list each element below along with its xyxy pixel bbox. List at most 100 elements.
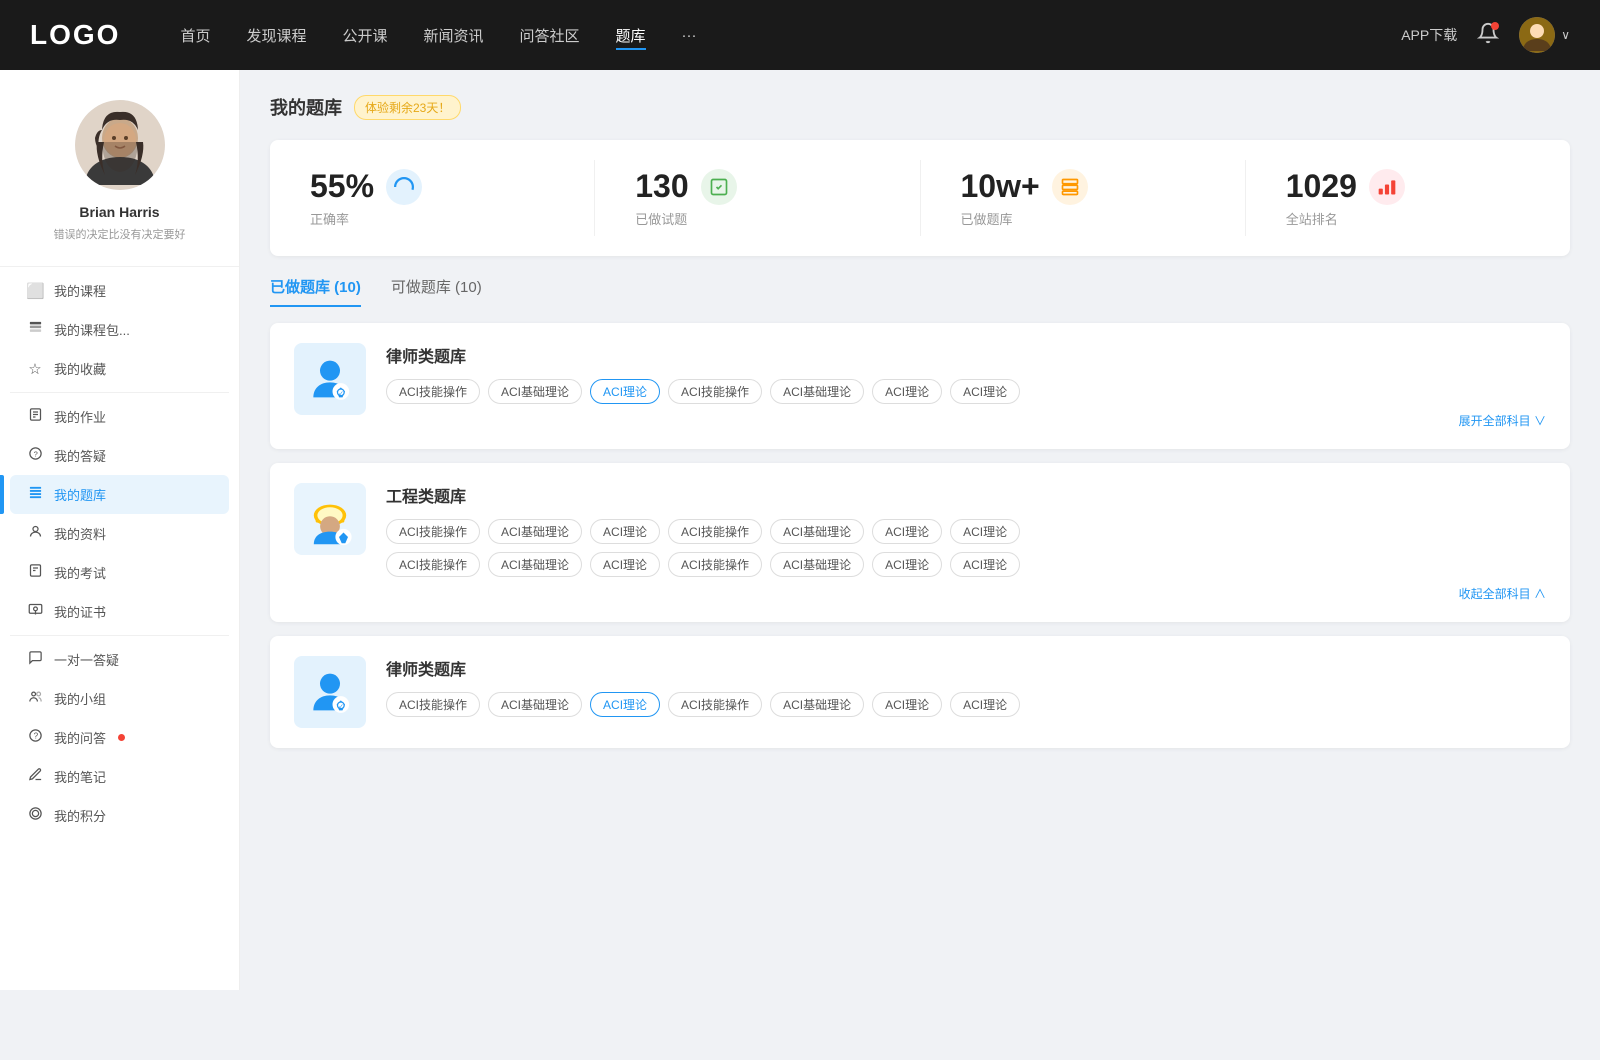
- law2-tag-5[interactable]: ACI理论: [872, 692, 942, 717]
- notification-dot: [1491, 22, 1499, 30]
- tab-todo-qbank[interactable]: 可做题库 (10): [391, 276, 482, 307]
- eng-tag2-1[interactable]: ACI基础理论: [488, 552, 582, 577]
- sidebar-item-group[interactable]: 我的小组: [10, 679, 229, 718]
- sidebar-item-my-courses[interactable]: ⬜ 我的课程: [10, 271, 229, 310]
- nav-more[interactable]: ···: [682, 23, 697, 48]
- collapse-link[interactable]: 收起全部科目 ∧: [386, 585, 1546, 602]
- sidebar-divider-top: [0, 266, 239, 267]
- nav-qa[interactable]: 问答社区: [520, 21, 580, 50]
- sidebar-item-profile[interactable]: 我的资料: [10, 514, 229, 553]
- tag-6[interactable]: ACI理论: [950, 379, 1020, 404]
- svg-text:✓: ✓: [338, 391, 344, 398]
- main-content: 我的题库 体验剩余23天！ 55% 正确率 13: [240, 70, 1600, 990]
- sidebar: Brian Harris 错误的决定比没有决定要好 ⬜ 我的课程 我的课程包..…: [0, 70, 240, 990]
- accuracy-label: 正确率: [310, 209, 349, 228]
- tag-4[interactable]: ACI基础理论: [770, 379, 864, 404]
- eng-tag2-0[interactable]: ACI技能操作: [386, 552, 480, 577]
- chat-icon: [26, 650, 44, 669]
- certificate-icon: [26, 602, 44, 621]
- sidebar-avatar: [75, 100, 165, 190]
- eng-tag-4[interactable]: ACI基础理论: [770, 519, 864, 544]
- navbar: LOGO 首页 发现课程 公开课 新闻资讯 问答社区 题库 ··· APP下载: [0, 0, 1600, 70]
- tab-done-qbank[interactable]: 已做题库 (10): [270, 276, 361, 307]
- tag-1[interactable]: ACI基础理论: [488, 379, 582, 404]
- qbank-lawyer-icon: ✓: [294, 343, 366, 415]
- done-qbanks-value: 10w+: [961, 168, 1040, 205]
- law2-tag-6[interactable]: ACI理论: [950, 692, 1020, 717]
- sidebar-item-my-qa[interactable]: ? 我的问答: [10, 718, 229, 757]
- sidebar-item-certificate[interactable]: 我的证书: [10, 592, 229, 631]
- eng-tag2-5[interactable]: ACI理论: [872, 552, 942, 577]
- engineer-tags-row1: ACI技能操作 ACI基础理论 ACI理论 ACI技能操作 ACI基础理论 AC…: [386, 519, 1546, 544]
- tag-2[interactable]: ACI理论: [590, 379, 660, 404]
- nav-courses[interactable]: 发现课程: [246, 21, 306, 50]
- tag-5[interactable]: ACI理论: [872, 379, 942, 404]
- user-avatar-menu[interactable]: ∨: [1519, 17, 1570, 53]
- page-title: 我的题库: [270, 94, 342, 120]
- sidebar-item-qbank[interactable]: 我的题库: [10, 475, 229, 514]
- ranking-value: 1029: [1286, 168, 1357, 205]
- notification-bell[interactable]: [1477, 22, 1499, 49]
- lawyer-qbank-title-1: 律师类题库: [386, 343, 1546, 367]
- eng-tag-6[interactable]: ACI理论: [950, 519, 1020, 544]
- nav-opencourse[interactable]: 公开课: [342, 21, 387, 50]
- tag-3[interactable]: ACI技能操作: [668, 379, 762, 404]
- navbar-right: APP下载 ∨: [1401, 17, 1570, 53]
- stats-row: 55% 正确率 130 已做试题: [270, 140, 1570, 256]
- law2-tag-2[interactable]: ACI理论: [590, 692, 660, 717]
- stat-ranking: 1029 全站排名: [1246, 160, 1570, 236]
- eng-tag-3[interactable]: ACI技能操作: [668, 519, 762, 544]
- sidebar-item-one-on-one[interactable]: 一对一答疑: [10, 640, 229, 679]
- qa-icon: ?: [26, 728, 44, 747]
- done-questions-label: 已做试题: [635, 209, 687, 228]
- app-download-button[interactable]: APP下载: [1401, 25, 1457, 45]
- sidebar-username: Brian Harris: [79, 204, 159, 220]
- notes-icon: [26, 767, 44, 786]
- stat-done-qbanks: 10w+ 已做题库: [921, 160, 1246, 236]
- eng-tag-5[interactable]: ACI理论: [872, 519, 942, 544]
- law2-tag-1[interactable]: ACI基础理论: [488, 692, 582, 717]
- sidebar-item-course-package[interactable]: 我的课程包...: [10, 310, 229, 349]
- star-icon: ☆: [26, 360, 44, 378]
- sidebar-item-qa-me[interactable]: ? 我的答疑: [10, 436, 229, 475]
- engineer-tags-row2: ACI技能操作 ACI基础理论 ACI理论 ACI技能操作 ACI基础理论 AC…: [386, 552, 1546, 577]
- stat-done-questions: 130 已做试题: [595, 160, 920, 236]
- chevron-down-icon: ∨: [1561, 28, 1570, 42]
- question-circle-icon: ?: [26, 446, 44, 465]
- accuracy-icon: [386, 169, 422, 205]
- ranking-icon: [1369, 169, 1405, 205]
- sidebar-item-notes[interactable]: 我的笔记: [10, 757, 229, 796]
- eng-tag-1[interactable]: ACI基础理论: [488, 519, 582, 544]
- law2-tag-0[interactable]: ACI技能操作: [386, 692, 480, 717]
- qbank-card-lawyer-1: ✓ 律师类题库 ACI技能操作 ACI基础理论 ACI理论 ACI技能操作 AC…: [270, 323, 1570, 449]
- profile-icon: [26, 524, 44, 543]
- eng-tag-2[interactable]: ACI理论: [590, 519, 660, 544]
- nav-news[interactable]: 新闻资讯: [424, 21, 484, 50]
- sidebar-menu: ⬜ 我的课程 我的课程包... ☆ 我的收藏 我的作业: [0, 271, 239, 835]
- sidebar-item-homework[interactable]: 我的作业: [10, 397, 229, 436]
- divider-1: [10, 392, 229, 393]
- page-wrapper: Brian Harris 错误的决定比没有决定要好 ⬜ 我的课程 我的课程包..…: [0, 70, 1600, 990]
- nav-qbank[interactable]: 题库: [616, 21, 646, 50]
- done-questions-value: 130: [635, 168, 688, 205]
- eng-tag2-2[interactable]: ACI理论: [590, 552, 660, 577]
- qbank-engineer-icon: [294, 483, 366, 555]
- law2-tag-3[interactable]: ACI技能操作: [668, 692, 762, 717]
- engineer-qbank-title: 工程类题库: [386, 483, 1546, 507]
- accuracy-value: 55%: [310, 168, 374, 205]
- eng-tag2-4[interactable]: ACI基础理论: [770, 552, 864, 577]
- eng-tag2-3[interactable]: ACI技能操作: [668, 552, 762, 577]
- tag-0[interactable]: ACI技能操作: [386, 379, 480, 404]
- svg-text:?: ?: [33, 450, 37, 459]
- nav-home[interactable]: 首页: [180, 21, 210, 50]
- sidebar-item-favorites[interactable]: ☆ 我的收藏: [10, 349, 229, 388]
- done-questions-icon: [701, 169, 737, 205]
- expand-link-1[interactable]: 展开全部科目 ∨: [386, 412, 1546, 429]
- sidebar-item-exam[interactable]: 我的考试: [10, 553, 229, 592]
- lawyer-qbank-title-2: 律师类题库: [386, 656, 1546, 680]
- eng-tag-0[interactable]: ACI技能操作: [386, 519, 480, 544]
- eng-tag2-6[interactable]: ACI理论: [950, 552, 1020, 577]
- done-qbanks-label: 已做题库: [961, 209, 1013, 228]
- sidebar-item-points[interactable]: 我的积分: [10, 796, 229, 835]
- law2-tag-4[interactable]: ACI基础理论: [770, 692, 864, 717]
